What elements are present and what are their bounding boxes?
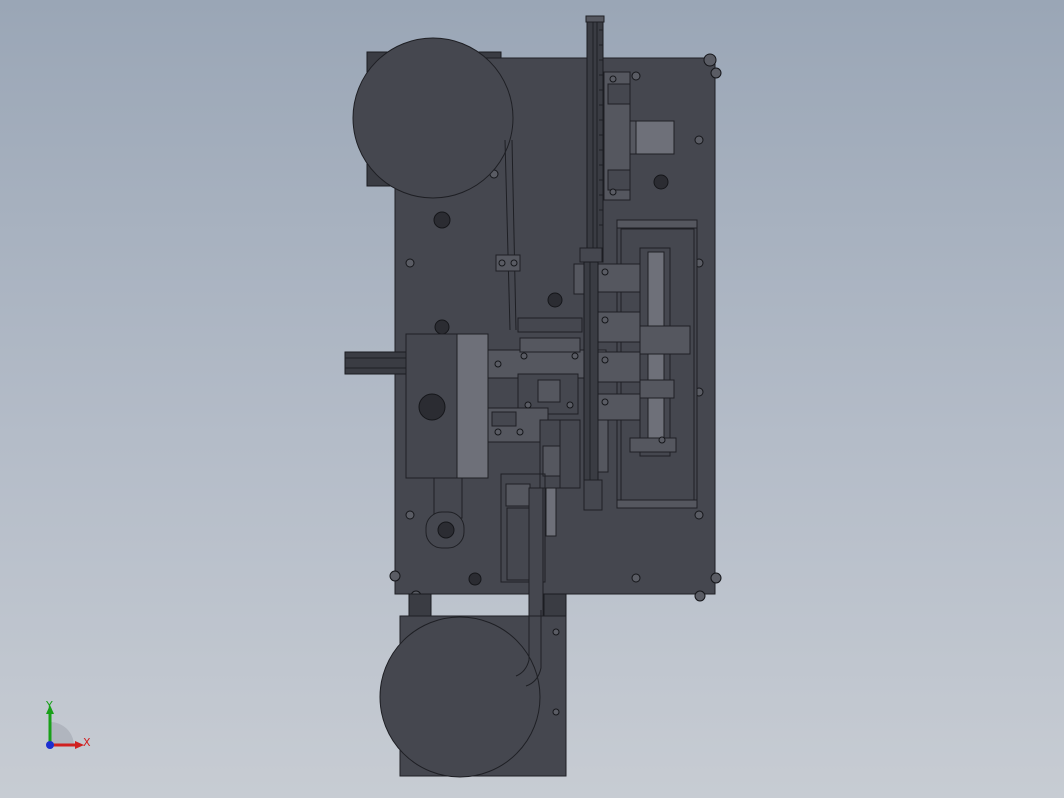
pneumatic-cylinder: [629, 120, 675, 155]
horizontal-rail: [344, 351, 410, 375]
lower-reel: [379, 616, 541, 778]
upper-reel: [352, 37, 514, 199]
y-axis-label: Y: [46, 699, 53, 712]
machine-assembly-drawing[interactable]: .p { fill: #45474f; stroke: #1e1f24; str…: [0, 0, 1064, 798]
x-axis-label: X: [83, 736, 91, 749]
mount-hole: [433, 211, 451, 229]
model-viewport[interactable]: .p { fill: #45474f; stroke: #1e1f24; str…: [0, 0, 1064, 798]
z-axis-dot: [46, 741, 54, 749]
coordinate-triad: Y X: [38, 700, 98, 760]
pulley: [437, 521, 455, 539]
